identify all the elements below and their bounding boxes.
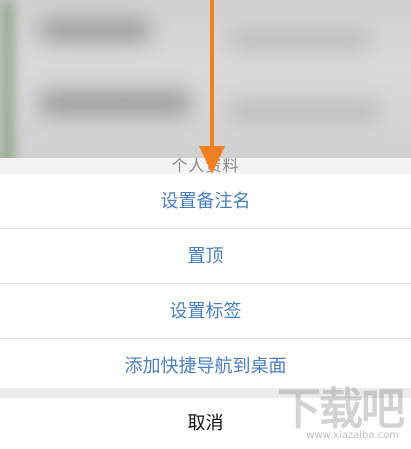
action-sheet-options: 设置备注名 置顶 设置标签 添加快捷导航到桌面 (0, 174, 411, 394)
screen: 个人资料 设置备注名 置顶 设置标签 添加快捷导航到桌面 取消 下载吧 www.… (0, 0, 411, 449)
set-tags-option[interactable]: 设置标签 (0, 284, 411, 339)
blurred-row (230, 30, 370, 50)
blurred-row (40, 90, 190, 116)
action-sheet-title: 个人资料 (0, 158, 411, 174)
cancel-button[interactable]: 取消 (0, 398, 411, 449)
blurred-edge (0, 0, 14, 170)
add-desktop-shortcut-option[interactable]: 添加快捷导航到桌面 (0, 339, 411, 394)
set-remark-name-option[interactable]: 设置备注名 (0, 174, 411, 229)
action-sheet-separator (0, 388, 411, 398)
blurred-background (0, 0, 411, 170)
pin-to-top-option[interactable]: 置顶 (0, 229, 411, 284)
blurred-row (40, 18, 150, 42)
action-sheet: 个人资料 设置备注名 置顶 设置标签 添加快捷导航到桌面 取消 (0, 158, 411, 449)
blurred-row (230, 100, 380, 120)
action-sheet-title-text: 个人资料 (171, 158, 240, 174)
